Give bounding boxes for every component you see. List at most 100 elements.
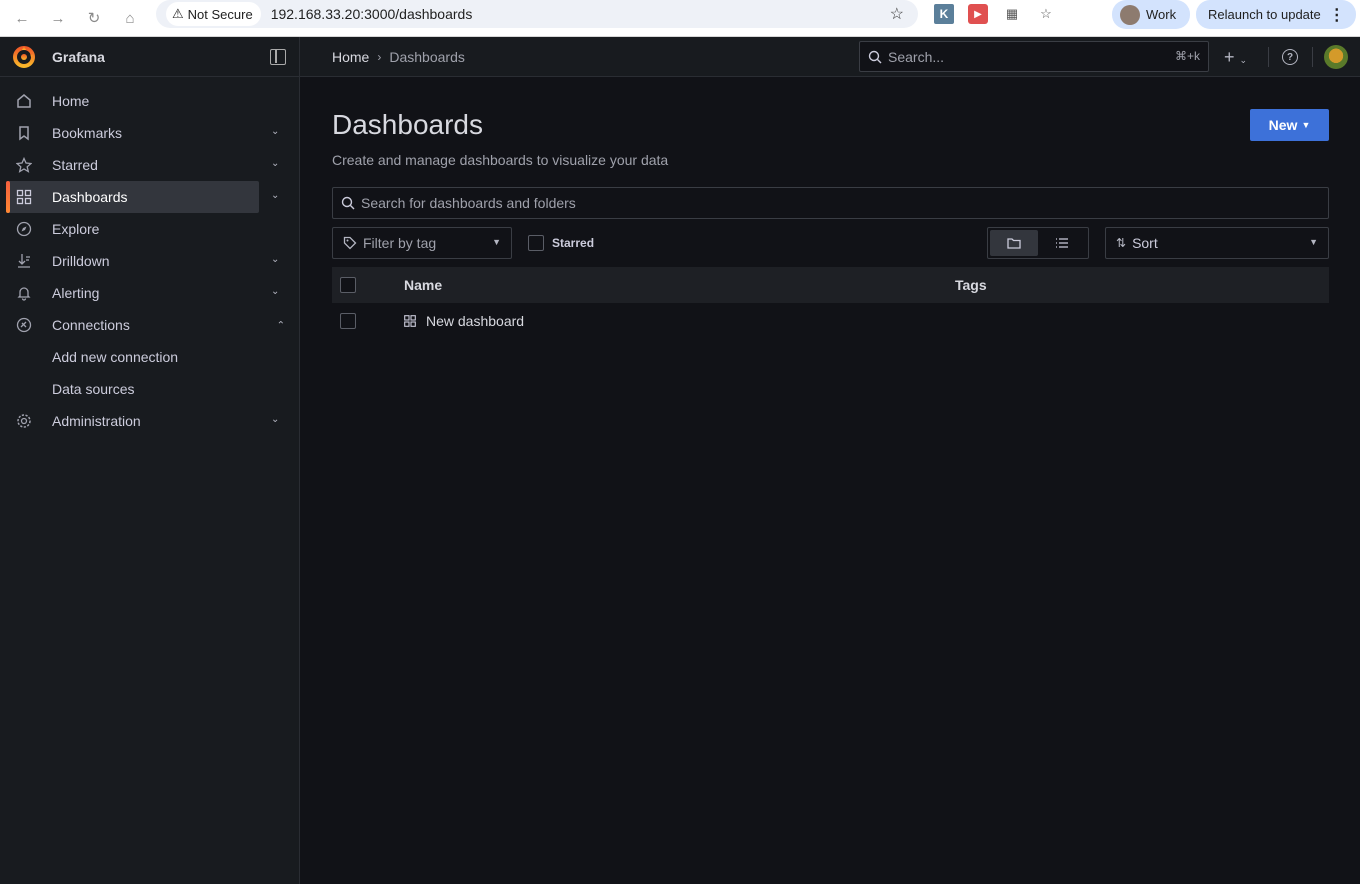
breadcrumb-home[interactable]: Home (332, 49, 369, 65)
chevron-down-icon[interactable]: ⌄ (271, 286, 285, 300)
chevron-down-icon: ▼ (492, 237, 501, 247)
kebab-menu-icon[interactable]: ⋮ (1329, 5, 1345, 25)
brand-name: Grafana (52, 48, 105, 65)
chevron-down-icon[interactable]: ⌄ (271, 158, 285, 172)
profile-button[interactable]: Work (1112, 0, 1190, 29)
chevron-up-icon[interactable]: ⌄ (271, 315, 285, 329)
row-checkbox[interactable] (340, 313, 356, 329)
chevron-right-icon: › (377, 50, 382, 64)
dashboard-name-link[interactable]: New dashboard (426, 313, 524, 329)
new-button[interactable]: New ▼ (1250, 109, 1329, 141)
sort-dropdown[interactable]: ⇅ Sort ▼ (1105, 227, 1329, 259)
nav-label: Drilldown (52, 253, 110, 269)
nav-item-home[interactable]: Home (6, 85, 259, 117)
profile-avatar (1120, 4, 1140, 25)
global-search-placeholder: Search... (888, 48, 945, 65)
starred-filter[interactable]: Starred (528, 227, 594, 259)
nav-subitem-data-sources[interactable]: Data sources (0, 373, 299, 405)
reload-icon[interactable]: ↻ (82, 6, 106, 30)
nav-menu: Home Bookmarks ⌄ Starred ⌄ Dashboards ⌄ … (0, 77, 299, 437)
drilldown-icon (14, 253, 34, 269)
dashboard-icon (404, 315, 416, 327)
search-shortcut: ⌘+k (1174, 49, 1200, 63)
home-icon (14, 93, 34, 109)
warning-icon: ⚠ (172, 6, 184, 21)
bell-icon (14, 285, 34, 301)
nav-item-dashboards[interactable]: Dashboards ⌄ (6, 181, 279, 213)
extensions-puzzle-icon[interactable]: ▦ (1002, 4, 1022, 24)
grafana-app: Grafana Home Bookmarks ⌄ Starred ⌄ Dashb… (0, 37, 1360, 884)
nav-item-drilldown[interactable]: Drilldown ⌄ (6, 245, 279, 277)
compass-icon (14, 221, 34, 237)
profile-label: Work (1146, 7, 1177, 22)
search-icon (341, 196, 355, 210)
back-icon[interactable]: ← (10, 6, 34, 30)
starred-label: Starred (552, 236, 595, 250)
breadcrumb: Home › Dashboards (332, 49, 465, 65)
main-content: Dashboards Create and manage dashboards … (300, 77, 1360, 884)
nav-item-alerting[interactable]: Alerting ⌄ (6, 277, 279, 309)
nav-item-bookmarks[interactable]: Bookmarks ⌄ (6, 117, 279, 149)
star-icon (14, 157, 34, 173)
starred-checkbox[interactable] (528, 235, 544, 251)
column-header-tags: Tags (955, 277, 987, 293)
security-label: Not Secure (187, 6, 253, 22)
select-all-checkbox[interactable] (340, 277, 356, 293)
dock-menu-icon[interactable] (270, 49, 286, 65)
nav-item-connections[interactable]: Connections ⌄ (6, 309, 285, 341)
nav-label: Starred (52, 157, 98, 173)
chevron-down-icon[interactable]: ⌄ (271, 414, 285, 428)
url-text[interactable]: 192.168.33.20:3000/dashboards (271, 6, 473, 22)
dashboard-search[interactable] (332, 187, 1329, 219)
divider (1312, 47, 1313, 67)
bookmark-icon (14, 125, 34, 141)
forward-icon[interactable]: → (46, 6, 70, 30)
bookmarks-star-icon[interactable]: ☆ (1036, 4, 1056, 24)
help-icon[interactable]: ? (1282, 49, 1298, 65)
chevron-down-icon: ▼ (1309, 237, 1318, 247)
nav-item-administration[interactable]: Administration ⌄ (6, 405, 279, 437)
table-header: Name Tags (332, 267, 1329, 303)
address-bar[interactable]: ⚠ Not Secure 192.168.33.20:3000/dashboar… (156, 0, 918, 28)
new-button-label: New (1268, 117, 1298, 133)
extension-k-icon[interactable]: K (934, 4, 954, 24)
browser-nav-buttons: ← → ↻ ⌂ (10, 6, 142, 30)
security-chip[interactable]: ⚠ Not Secure (166, 2, 261, 26)
nav-label: Explore (52, 221, 100, 237)
nav-label: Alerting (52, 285, 100, 301)
grafana-logo-icon (13, 45, 35, 68)
relaunch-button[interactable]: Relaunch to update ⋮ (1196, 0, 1356, 29)
global-search[interactable]: Search... ⌘+k (859, 41, 1209, 72)
page-title: Dashboards (332, 109, 483, 140)
extensions-area: K ▶ ▦ ☆ (934, 4, 1056, 24)
search-icon (868, 50, 882, 63)
chevron-down-icon[interactable]: ⌄ (271, 126, 285, 140)
sort-icon: ⇅ (1116, 236, 1127, 250)
folder-icon (1007, 238, 1021, 249)
folder-view-button[interactable] (990, 230, 1038, 256)
nav-label: Dashboards (52, 189, 128, 205)
nav-subitem-add-new-connection[interactable]: Add new connection (0, 341, 299, 373)
brand[interactable]: Grafana (0, 37, 299, 77)
nav-item-explore[interactable]: Explore (6, 213, 259, 245)
table-row[interactable]: New dashboard (332, 303, 1329, 339)
chevron-down-icon[interactable]: ⌄ (271, 190, 285, 204)
extension-play-icon[interactable]: ▶ (968, 4, 988, 24)
list-view-button[interactable] (1038, 230, 1086, 256)
tag-filter[interactable]: Filter by tag ▼ (332, 227, 512, 259)
bookmark-star-icon[interactable]: ☆ (890, 4, 904, 24)
nav-item-starred[interactable]: Starred ⌄ (6, 149, 279, 181)
add-new-button[interactable]: + ⌄ (1224, 47, 1247, 68)
user-avatar[interactable] (1324, 45, 1348, 69)
apps-icon (14, 189, 34, 205)
nav-label: Bookmarks (52, 125, 123, 141)
cog-icon (14, 413, 34, 429)
chevron-down-icon[interactable]: ⌄ (271, 254, 285, 268)
sort-label: Sort (1132, 235, 1158, 251)
nav-label: Administration (52, 413, 141, 429)
tag-filter-label: Filter by tag (363, 235, 437, 251)
dashboard-search-input[interactable] (361, 195, 1261, 211)
home-browser-icon[interactable]: ⌂ (118, 6, 142, 30)
browser-toolbar: ← → ↻ ⌂ ⚠ Not Secure 192.168.33.20:3000/… (0, 0, 1360, 37)
divider (1268, 47, 1269, 67)
